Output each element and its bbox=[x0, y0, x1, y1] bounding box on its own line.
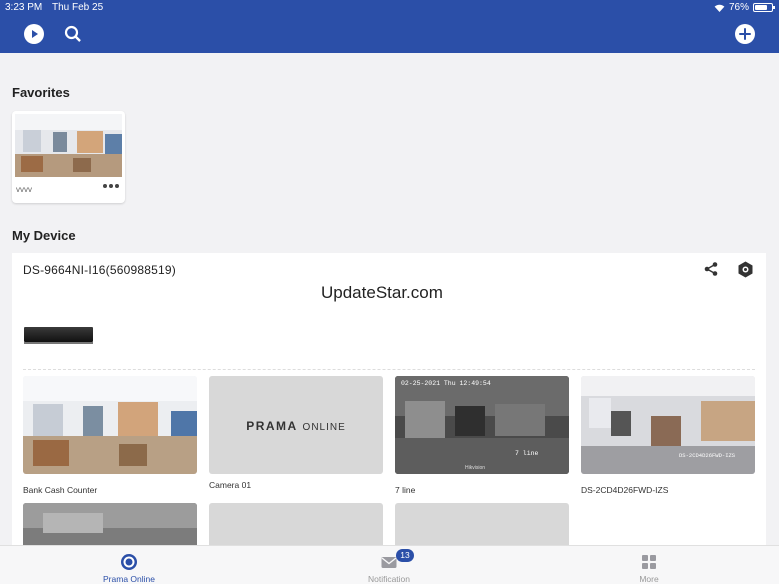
wifi-icon bbox=[714, 4, 725, 12]
status-bar: 3:23 PM Thu Feb 25 76% bbox=[0, 2, 779, 15]
my-device-title: My Device bbox=[12, 228, 76, 243]
favorites-title: Favorites bbox=[12, 85, 70, 100]
camera-label: Camera 01 bbox=[209, 480, 252, 490]
nvr-device-icon bbox=[24, 327, 93, 344]
bottom-nav: Prama Online 13 Notification More bbox=[0, 545, 779, 584]
status-time: 3:23 PM bbox=[5, 2, 43, 13]
status-right: 76% bbox=[714, 2, 775, 13]
favorite-thumbnail[interactable] bbox=[15, 114, 122, 177]
more-grid-icon bbox=[642, 555, 656, 569]
camera-thumbnail[interactable]: PRAMA ONLINE bbox=[209, 376, 383, 474]
favorite-card[interactable]: vvvv bbox=[12, 111, 125, 203]
search-icon[interactable] bbox=[63, 24, 83, 44]
nav-label: Notification bbox=[367, 574, 411, 584]
camera-tile[interactable]: DS-2CD4D26FWD-IZS DS-2CD4D26FWD-IZS bbox=[581, 376, 755, 495]
notification-badge: 13 bbox=[396, 549, 414, 562]
camera-thumbnail[interactable]: 02-25-2021 Thu 12:49:54 7 line Hikvision bbox=[395, 376, 569, 474]
status-date: Thu Feb 25 bbox=[52, 2, 104, 13]
camera-thumbnail[interactable] bbox=[23, 376, 197, 474]
favorite-more-icon[interactable] bbox=[103, 184, 119, 188]
camera-label: Bank Cash Counter bbox=[23, 485, 98, 495]
nav-label: More bbox=[639, 574, 659, 584]
camera-label: 7 line bbox=[395, 485, 416, 495]
logo-brand: PRAMA bbox=[246, 419, 298, 433]
camera-tile[interactable]: 02-25-2021 Thu 12:49:54 7 line Hikvision… bbox=[395, 376, 569, 495]
device-card: DS-9664NI-I16(560988519) UpdateStar.com … bbox=[12, 253, 766, 584]
settings-icon[interactable] bbox=[737, 261, 754, 278]
camera-thumbnail[interactable]: DS-2CD4D26FWD-IZS bbox=[581, 376, 755, 474]
device-divider bbox=[23, 369, 755, 370]
camera-tile[interactable]: Bank Cash Counter bbox=[23, 376, 197, 495]
camera-overlay-name: 7 line bbox=[515, 450, 539, 457]
camera-overlay-name: DS-2CD4D26FWD-IZS bbox=[679, 452, 736, 459]
camera-label: DS-2CD4D26FWD-IZS bbox=[581, 485, 669, 495]
nav-notification[interactable]: 13 Notification bbox=[329, 546, 449, 584]
device-name[interactable]: DS-9664NI-I16(560988519) bbox=[23, 263, 176, 277]
prama-online-logo: PRAMA ONLINE bbox=[209, 419, 383, 433]
nav-more[interactable]: More bbox=[589, 546, 709, 584]
share-icon[interactable] bbox=[703, 261, 719, 277]
top-bar: 3:23 PM Thu Feb 25 76% bbox=[0, 0, 779, 53]
watermark-text: UpdateStar.com bbox=[321, 283, 443, 302]
favorite-name: vvvv bbox=[16, 185, 32, 194]
nav-prama-online[interactable]: Prama Online bbox=[69, 546, 189, 584]
camera-overlay-brand: Hikvision bbox=[465, 465, 485, 471]
playback-icon[interactable] bbox=[24, 24, 44, 44]
prama-online-icon bbox=[121, 554, 137, 570]
camera-tile[interactable]: PRAMA ONLINE Camera 01 bbox=[209, 376, 383, 490]
logo-sub: ONLINE bbox=[302, 422, 346, 433]
battery-percent: 76% bbox=[728, 2, 749, 13]
add-device-icon[interactable] bbox=[735, 24, 755, 44]
battery-icon bbox=[753, 3, 775, 12]
camera-overlay-time: 02-25-2021 Thu 12:49:54 bbox=[401, 380, 491, 387]
nav-label: Prama Online bbox=[103, 574, 155, 584]
